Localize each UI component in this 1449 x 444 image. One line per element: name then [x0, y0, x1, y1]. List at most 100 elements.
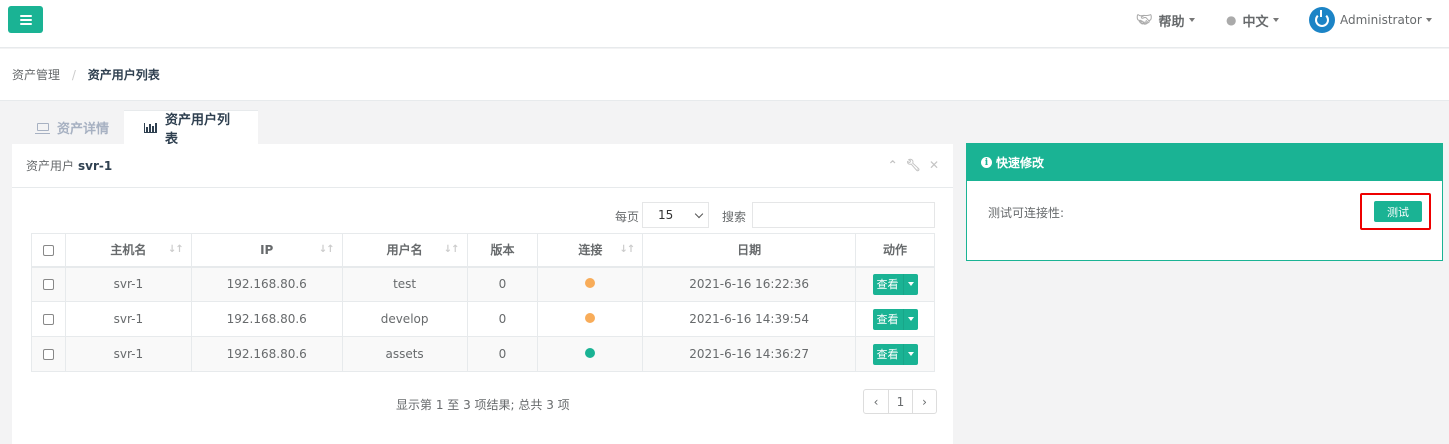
date-cell: 2021-6-16 16:22:36: [642, 266, 857, 302]
table-controls: 每页 15 搜索: [12, 202, 953, 230]
table-row: svr-1 192.168.80.6 develop 0 2021-6-16 1…: [31, 301, 935, 337]
hamburger-icon: [19, 14, 32, 25]
connection-status-dot: [585, 278, 596, 289]
breadcrumb-bar: 资产管理 / 资产用户列表: [0, 49, 1449, 101]
ip-cell: 192.168.80.6: [190, 301, 343, 337]
date-cell: 2021-6-16 14:36:27: [642, 336, 857, 372]
view-button-label: 查看: [876, 278, 899, 292]
view-button[interactable]: 查看: [872, 308, 918, 330]
test-button[interactable]: 测试: [1374, 201, 1422, 222]
caret-down-icon[interactable]: [902, 308, 918, 330]
help-menu[interactable]: 🤝︎ 帮助: [1136, 0, 1195, 40]
version-cell: 0: [466, 336, 539, 372]
ip-cell: 192.168.80.6: [190, 266, 343, 302]
breadcrumb-parent[interactable]: 资产管理: [12, 68, 60, 82]
panel-title: 资产用户 svr-1: [12, 144, 953, 188]
language-menu[interactable]: ● 中文: [1226, 0, 1279, 40]
handshake-icon: 🤝︎: [1136, 12, 1153, 28]
view-button[interactable]: 查看: [872, 273, 918, 295]
asset-user-panel: 资产用户 svr-1 ⌃ 🔧︎ ✕ 每页 15 搜索 主机名 ↓↑ IP ↓↑ 用户…: [12, 144, 953, 444]
column-header[interactable]: IP ↓↑: [190, 233, 343, 268]
column-label: 主机名: [110, 243, 147, 258]
search-input[interactable]: [752, 202, 935, 228]
sort-icon: ↓↑: [619, 244, 636, 255]
per-page-select[interactable]: 15: [642, 202, 709, 228]
column-header[interactable]: 用户名 ↓↑: [341, 233, 468, 268]
action-cell: 查看: [855, 266, 935, 302]
table-header-row: 主机名 ↓↑ IP ↓↑ 用户名 ↓↑ 版本 连接 ↓↑ 日期 动作: [31, 233, 935, 268]
help-label: 帮助: [1158, 14, 1185, 30]
row-checkbox-cell: [31, 301, 66, 337]
top-navbar: 🤝︎ 帮助 ● 中文 Administrator: [0, 0, 1449, 48]
breadcrumb-current: 资产用户列表: [87, 68, 160, 82]
row-checkbox[interactable]: [42, 349, 54, 360]
chevron-down-icon: [694, 209, 704, 219]
column-label: 版本: [490, 243, 515, 258]
view-button-label: 查看: [876, 348, 899, 361]
row-checkbox[interactable]: [42, 279, 54, 291]
close-icon[interactable]: ✕: [929, 158, 939, 172]
hostname-cell: svr-1: [64, 301, 192, 337]
caret-down-icon[interactable]: [902, 273, 918, 295]
connection-cell: [537, 266, 644, 302]
view-button-label: 查看: [876, 313, 899, 326]
tab-asset-detail[interactable]: 资产详情: [17, 110, 129, 144]
collapse-icon[interactable]: ⌃: [888, 158, 898, 172]
column-header: 日期: [642, 233, 857, 268]
action-cell: 查看: [855, 301, 935, 337]
next-page-button[interactable]: ›: [912, 390, 936, 413]
panel-tools: ⌃ 🔧︎ ✕: [888, 158, 939, 172]
info-circle-icon: i: [981, 157, 992, 168]
per-page-value: 15: [658, 208, 674, 222]
view-button[interactable]: 查看: [872, 343, 918, 365]
version-cell: 0: [466, 266, 539, 302]
row-checkbox-cell: [31, 336, 66, 372]
column-label: 用户名: [386, 243, 423, 258]
breadcrumb: 资产管理 / 资产用户列表: [12, 66, 160, 83]
caret-down-icon: [1188, 18, 1195, 22]
user-name: Administrator: [1340, 13, 1422, 27]
column-header: 动作: [855, 233, 935, 268]
connection-cell: [537, 301, 644, 337]
action-cell: 查看: [855, 336, 935, 372]
quick-edit-title: 快速修改: [996, 156, 1045, 170]
test-connectivity-label: 测试可连接性:: [988, 206, 1065, 220]
bar-chart-icon: [144, 122, 157, 133]
row-checkbox[interactable]: [42, 314, 54, 325]
language-label: 中文: [1242, 14, 1269, 30]
column-label: 动作: [883, 243, 908, 258]
user-menu[interactable]: Administrator: [1309, 0, 1432, 40]
globe-icon: ●: [1226, 13, 1237, 27]
tab-label: 资产详情: [57, 121, 110, 137]
pagination: ‹ 1 ›: [863, 389, 937, 414]
column-header: 版本: [466, 233, 539, 268]
select-all-checkbox[interactable]: [42, 244, 54, 256]
laptop-icon: [35, 123, 50, 134]
username-cell: develop: [341, 301, 468, 337]
page-number-button[interactable]: 1: [888, 390, 912, 413]
username-cell: assets: [341, 336, 468, 372]
wrench-icon[interactable]: 🔧︎: [906, 158, 921, 172]
caret-down-icon: [1425, 18, 1432, 22]
table-summary: 显示第 1 至 3 项结果; 总共 3 项: [396, 398, 570, 412]
caret-down-icon: [1272, 18, 1279, 22]
quick-edit-panel: i 快速修改 测试可连接性: 测试: [966, 143, 1443, 261]
column-header[interactable]: 连接 ↓↑: [537, 233, 644, 268]
version-cell: 0: [466, 301, 539, 337]
sort-icon: ↓↑: [168, 244, 184, 255]
connection-status-dot: [585, 313, 596, 323]
search-label: 搜索: [722, 210, 747, 224]
caret-down-icon[interactable]: [902, 343, 918, 365]
menu-toggle-button[interactable]: [8, 6, 43, 33]
tab-label: 资产用户列表: [165, 112, 231, 147]
per-page-label: 每页: [615, 210, 640, 224]
tab-asset-user-list[interactable]: 资产用户列表: [124, 110, 258, 147]
breadcrumb-separator: /: [71, 68, 76, 82]
table-row: svr-1 192.168.80.6 test 0 2021-6-16 16:2…: [31, 266, 935, 302]
column-header[interactable]: 主机名 ↓↑: [64, 233, 192, 268]
previous-page-button[interactable]: ‹: [864, 390, 888, 413]
power-avatar-icon: [1309, 7, 1335, 33]
hostname-cell: svr-1: [64, 336, 192, 372]
sort-icon: ↓↑: [318, 244, 335, 255]
connection-cell: [537, 336, 644, 372]
